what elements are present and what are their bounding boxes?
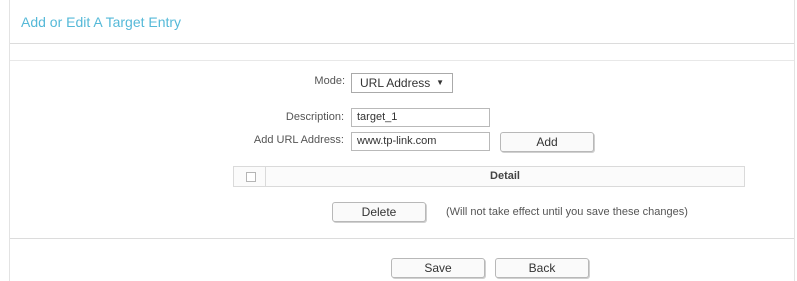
table-header-check-cell	[234, 167, 266, 186]
page-title: Add or Edit A Target Entry	[21, 14, 182, 30]
mode-select-value: URL Address	[360, 76, 431, 90]
panel-header: Add or Edit A Target Entry	[10, 0, 794, 44]
detail-column-header: Detail	[490, 170, 520, 182]
url-address-label: Add URL Address:	[253, 134, 344, 146]
mode-select[interactable]: URL Address ▼	[351, 73, 453, 93]
url-address-input[interactable]: www.tp-link.com	[351, 132, 490, 151]
url-table: Detail	[233, 166, 745, 187]
footer-divider	[10, 238, 794, 239]
target-entry-panel: Add or Edit A Target Entry Mode: URL Add…	[9, 0, 795, 281]
save-button[interactable]: Save	[391, 258, 485, 278]
delete-note: (Will not take effect until you save the…	[446, 206, 688, 218]
select-all-checkbox[interactable]	[246, 172, 256, 182]
mode-label: Mode:	[314, 75, 345, 87]
description-label: Description:	[285, 111, 344, 123]
delete-button[interactable]: Delete	[332, 202, 426, 222]
add-button[interactable]: Add	[500, 132, 594, 152]
section-divider	[10, 60, 794, 61]
back-button[interactable]: Back	[495, 258, 589, 278]
description-input[interactable]: target_1	[351, 108, 490, 127]
chevron-down-icon: ▼	[436, 78, 444, 87]
